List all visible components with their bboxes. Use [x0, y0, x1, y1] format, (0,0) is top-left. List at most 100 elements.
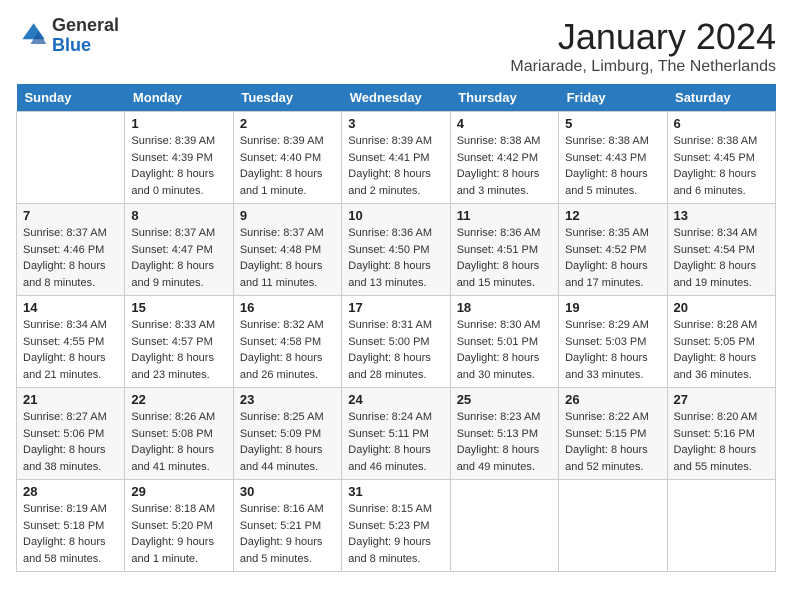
day-info: Sunrise: 8:39 AMSunset: 4:40 PMDaylight:…	[240, 133, 335, 199]
week-row-1: 1Sunrise: 8:39 AMSunset: 4:39 PMDaylight…	[17, 112, 776, 204]
day-cell: 27Sunrise: 8:20 AMSunset: 5:16 PMDayligh…	[667, 388, 775, 480]
day-cell: 31 Sunrise: 8:15 AMSunset: 5:23 PMDayligh…	[342, 480, 450, 572]
day-cell: 6 Sunrise: 8:38 AMSunset: 4:45 PMDaylight…	[667, 112, 775, 204]
day-cell: 18Sunrise: 8:30 AMSunset: 5:01 PMDayligh…	[450, 296, 558, 388]
header-cell-wednesday: Wednesday	[342, 84, 450, 112]
day-cell: 11 Sunrise: 8:36 AMSunset: 4:51 PMDayligh…	[450, 204, 558, 296]
week-row-3: 14 Sunrise: 8:34 AMSunset: 4:55 PMDayligh…	[17, 296, 776, 388]
day-number: 26	[565, 392, 660, 407]
calendar-body: 1Sunrise: 8:39 AMSunset: 4:39 PMDaylight…	[17, 112, 776, 572]
day-number: 10	[348, 208, 443, 223]
day-info: Sunrise: 8:36 AMSunset: 4:51 PMDaylight:…	[457, 225, 552, 291]
day-cell: 10Sunrise: 8:36 AMSunset: 4:50 PMDayligh…	[342, 204, 450, 296]
header-cell-friday: Friday	[559, 84, 667, 112]
header-cell-thursday: Thursday	[450, 84, 558, 112]
day-info: Sunrise: 8:37 AMSunset: 4:47 PMDaylight:…	[131, 225, 226, 291]
day-number: 19	[565, 300, 660, 315]
day-cell: 23Sunrise: 8:25 AMSunset: 5:09 PMDayligh…	[233, 388, 341, 480]
day-info: Sunrise: 8:37 AMSunset: 4:48 PMDaylight:…	[240, 225, 335, 291]
day-info: Sunrise: 8:39 AMSunset: 4:41 PMDaylight:…	[348, 133, 443, 199]
day-cell	[559, 480, 667, 572]
header-row: SundayMondayTuesdayWednesdayThursdayFrid…	[17, 84, 776, 112]
day-number: 14	[23, 300, 118, 315]
day-info: Sunrise: 8:28 AMSunset: 5:05 PMDaylight:…	[674, 317, 769, 383]
logo: General Blue	[16, 16, 119, 56]
header-cell-sunday: Sunday	[17, 84, 125, 112]
day-cell: 4 Sunrise: 8:38 AMSunset: 4:42 PMDaylight…	[450, 112, 558, 204]
day-info: Sunrise: 8:29 AMSunset: 5:03 PMDaylight:…	[565, 317, 660, 383]
day-number: 7	[23, 208, 118, 223]
day-number: 27	[674, 392, 769, 407]
calendar-header: SundayMondayTuesdayWednesdayThursdayFrid…	[17, 84, 776, 112]
logo-text: General Blue	[52, 16, 119, 56]
day-cell: 12 Sunrise: 8:35 AMSunset: 4:52 PMDayligh…	[559, 204, 667, 296]
day-info: Sunrise: 8:24 AMSunset: 5:11 PMDaylight:…	[348, 409, 443, 475]
location: Mariarade, Limburg, The Netherlands	[510, 58, 776, 76]
day-number: 18	[457, 300, 552, 315]
day-cell	[17, 112, 125, 204]
day-cell: 15Sunrise: 8:33 AMSunset: 4:57 PMDayligh…	[125, 296, 233, 388]
day-cell: 21Sunrise: 8:27 AMSunset: 5:06 PMDayligh…	[17, 388, 125, 480]
day-info: Sunrise: 8:37 AMSunset: 4:46 PMDaylight:…	[23, 225, 118, 291]
day-number: 17	[348, 300, 443, 315]
day-info: Sunrise: 8:27 AMSunset: 5:06 PMDaylight:…	[23, 409, 118, 475]
day-cell: 30 Sunrise: 8:16 AMSunset: 5:21 PMDayligh…	[233, 480, 341, 572]
day-info: Sunrise: 8:34 AMSunset: 4:54 PMDaylight:…	[674, 225, 769, 291]
day-number: 2	[240, 116, 335, 131]
day-number: 30	[240, 484, 335, 499]
day-cell	[667, 480, 775, 572]
day-info: Sunrise: 8:35 AMSunset: 4:52 PMDaylight:…	[565, 225, 660, 291]
month-title: January 2024	[510, 16, 776, 58]
day-number: 22	[131, 392, 226, 407]
day-number: 3	[348, 116, 443, 131]
logo-icon	[16, 20, 48, 52]
day-cell: 26 Sunrise: 8:22 AMSunset: 5:15 PMDayligh…	[559, 388, 667, 480]
week-row-5: 28 Sunrise: 8:19 AMSunset: 5:18 PMDayligh…	[17, 480, 776, 572]
day-cell: 20 Sunrise: 8:28 AMSunset: 5:05 PMDayligh…	[667, 296, 775, 388]
day-number: 20	[674, 300, 769, 315]
day-info: Sunrise: 8:15 AMSunset: 5:23 PMDaylight:…	[348, 501, 443, 567]
day-info: Sunrise: 8:38 AMSunset: 4:43 PMDaylight:…	[565, 133, 660, 199]
day-cell: 9 Sunrise: 8:37 AMSunset: 4:48 PMDaylight…	[233, 204, 341, 296]
day-number: 25	[457, 392, 552, 407]
header-cell-tuesday: Tuesday	[233, 84, 341, 112]
day-info: Sunrise: 8:19 AMSunset: 5:18 PMDaylight:…	[23, 501, 118, 567]
day-cell: 13 Sunrise: 8:34 AMSunset: 4:54 PMDayligh…	[667, 204, 775, 296]
day-cell: 3 Sunrise: 8:39 AMSunset: 4:41 PMDaylight…	[342, 112, 450, 204]
day-cell: 16 Sunrise: 8:32 AMSunset: 4:58 PMDayligh…	[233, 296, 341, 388]
day-number: 5	[565, 116, 660, 131]
day-info: Sunrise: 8:32 AMSunset: 4:58 PMDaylight:…	[240, 317, 335, 383]
day-number: 13	[674, 208, 769, 223]
day-info: Sunrise: 8:34 AMSunset: 4:55 PMDaylight:…	[23, 317, 118, 383]
day-number: 1	[131, 116, 226, 131]
day-number: 24	[348, 392, 443, 407]
day-cell	[450, 480, 558, 572]
page-header: General Blue January 2024 Mariarade, Lim…	[16, 16, 776, 76]
day-cell: 5 Sunrise: 8:38 AMSunset: 4:43 PMDaylight…	[559, 112, 667, 204]
day-number: 12	[565, 208, 660, 223]
day-number: 4	[457, 116, 552, 131]
day-info: Sunrise: 8:33 AMSunset: 4:57 PMDaylight:…	[131, 317, 226, 383]
day-info: Sunrise: 8:38 AMSunset: 4:45 PMDaylight:…	[674, 133, 769, 199]
title-area: January 2024 Mariarade, Limburg, The Net…	[510, 16, 776, 76]
day-number: 6	[674, 116, 769, 131]
day-info: Sunrise: 8:22 AMSunset: 5:15 PMDaylight:…	[565, 409, 660, 475]
header-cell-monday: Monday	[125, 84, 233, 112]
day-number: 11	[457, 208, 552, 223]
day-number: 28	[23, 484, 118, 499]
calendar-table: SundayMondayTuesdayWednesdayThursdayFrid…	[16, 84, 776, 572]
header-cell-saturday: Saturday	[667, 84, 775, 112]
day-info: Sunrise: 8:16 AMSunset: 5:21 PMDaylight:…	[240, 501, 335, 567]
day-number: 31	[348, 484, 443, 499]
day-number: 16	[240, 300, 335, 315]
day-info: Sunrise: 8:18 AMSunset: 5:20 PMDaylight:…	[131, 501, 226, 567]
day-cell: 22 Sunrise: 8:26 AMSunset: 5:08 PMDayligh…	[125, 388, 233, 480]
day-info: Sunrise: 8:26 AMSunset: 5:08 PMDaylight:…	[131, 409, 226, 475]
day-info: Sunrise: 8:38 AMSunset: 4:42 PMDaylight:…	[457, 133, 552, 199]
day-cell: 2 Sunrise: 8:39 AMSunset: 4:40 PMDaylight…	[233, 112, 341, 204]
day-cell: 7 Sunrise: 8:37 AMSunset: 4:46 PMDaylight…	[17, 204, 125, 296]
day-cell: 28 Sunrise: 8:19 AMSunset: 5:18 PMDayligh…	[17, 480, 125, 572]
day-number: 8	[131, 208, 226, 223]
day-info: Sunrise: 8:31 AMSunset: 5:00 PMDaylight:…	[348, 317, 443, 383]
day-number: 9	[240, 208, 335, 223]
